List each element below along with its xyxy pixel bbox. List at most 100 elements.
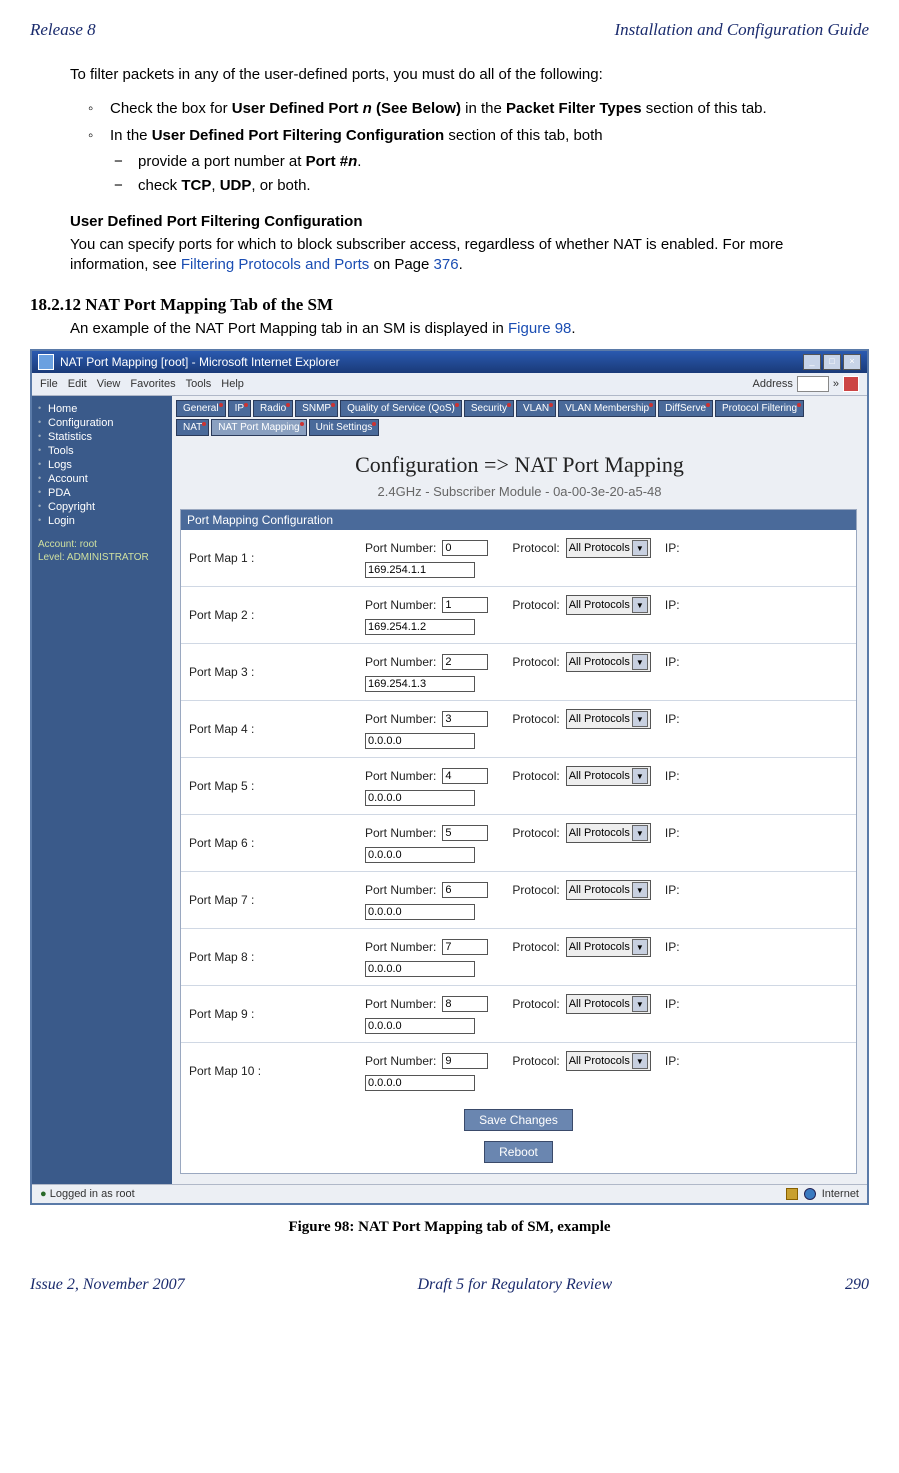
chevron-down-icon[interactable]: ▼ — [632, 939, 648, 955]
port-map-row: Port Map 3 :Port Number:Protocol:All Pro… — [181, 643, 856, 700]
protocol-label: Protocol: — [512, 541, 559, 555]
port-number-input[interactable] — [442, 1053, 488, 1069]
port-number-input[interactable] — [442, 768, 488, 784]
ip-label: IP: — [665, 883, 680, 897]
tab-vlan[interactable]: VLAN — [516, 400, 556, 417]
tab-unit-settings[interactable]: Unit Settings — [309, 419, 380, 436]
page-title: Configuration => NAT Port Mapping — [172, 438, 867, 484]
address-input[interactable] — [797, 376, 829, 392]
protocol-select[interactable]: All Protocols▼ — [566, 823, 651, 843]
ip-input[interactable] — [365, 733, 475, 749]
chevron-down-icon[interactable]: ▼ — [632, 996, 648, 1012]
protocol-select[interactable]: All Protocols▼ — [566, 1051, 651, 1071]
menu-favorites[interactable]: Favorites — [130, 378, 175, 390]
protocol-select[interactable]: All Protocols▼ — [566, 937, 651, 957]
chevron-down-icon[interactable]: ▼ — [632, 1053, 648, 1069]
go-button[interactable]: » — [833, 378, 839, 390]
port-map-label: Port Map 6 : — [189, 836, 359, 850]
menu-file[interactable]: File — [40, 378, 58, 390]
tab-security[interactable]: Security — [464, 400, 514, 417]
port-number-input[interactable] — [442, 711, 488, 727]
link-figure98[interactable]: Figure 98 — [508, 320, 571, 337]
protocol-label: Protocol: — [512, 940, 559, 954]
protocol-select[interactable]: All Protocols▼ — [566, 766, 651, 786]
ip-input[interactable] — [365, 961, 475, 977]
ip-label: IP: — [665, 940, 680, 954]
link-page376[interactable]: 376 — [434, 256, 459, 273]
sidebar-item-tools[interactable]: Tools — [38, 444, 166, 458]
chevron-down-icon[interactable]: ▼ — [632, 654, 648, 670]
sidebar-item-configuration[interactable]: Configuration — [38, 416, 166, 430]
protocol-select[interactable]: All Protocols▼ — [566, 652, 651, 672]
ip-input[interactable] — [365, 904, 475, 920]
sidebar-item-pda[interactable]: PDA — [38, 486, 166, 500]
port-map-label: Port Map 3 : — [189, 665, 359, 679]
port-map-label: Port Map 2 : — [189, 608, 359, 622]
tab-ip[interactable]: IP — [228, 400, 251, 417]
protocol-label: Protocol: — [512, 1054, 559, 1068]
tab-protocol-filtering[interactable]: Protocol Filtering — [715, 400, 804, 417]
port-number-label: Port Number: — [365, 883, 436, 897]
sidebar-item-logs[interactable]: Logs — [38, 458, 166, 472]
port-number-input[interactable] — [442, 882, 488, 898]
port-number-input[interactable] — [442, 597, 488, 613]
protocol-select[interactable]: All Protocols▼ — [566, 709, 651, 729]
menu-tools[interactable]: Tools — [186, 378, 212, 390]
sidebar-item-login[interactable]: Login — [38, 514, 166, 528]
chevron-down-icon[interactable]: ▼ — [632, 597, 648, 613]
tab-radio[interactable]: Radio — [253, 400, 293, 417]
port-number-input[interactable] — [442, 654, 488, 670]
chevron-down-icon[interactable]: ▼ — [632, 711, 648, 727]
ip-input[interactable] — [365, 619, 475, 635]
ip-input[interactable] — [365, 1018, 475, 1034]
ip-input[interactable] — [365, 676, 475, 692]
ip-input[interactable] — [365, 562, 475, 578]
ie-menubar: File Edit View Favorites Tools Help Address » — [32, 373, 867, 396]
ip-input[interactable] — [365, 790, 475, 806]
chevron-down-icon[interactable]: ▼ — [632, 768, 648, 784]
tab-quality-of-service-qos-[interactable]: Quality of Service (QoS) — [340, 400, 462, 417]
bullet-list: Check the box for User Defined Port n (S… — [70, 99, 859, 196]
link-filtering[interactable]: Filtering Protocols and Ports — [181, 256, 369, 273]
ip-label: IP: — [665, 598, 680, 612]
menu-view[interactable]: View — [97, 378, 121, 390]
protocol-select[interactable]: All Protocols▼ — [566, 538, 651, 558]
save-button[interactable]: Save Changes — [464, 1109, 573, 1131]
protocol-label: Protocol: — [512, 655, 559, 669]
ip-input[interactable] — [365, 1075, 475, 1091]
window-maximize-button[interactable]: □ — [823, 354, 841, 370]
menu-edit[interactable]: Edit — [68, 378, 87, 390]
intro-paragraph: To filter packets in any of the user-def… — [70, 65, 859, 85]
tab-nat[interactable]: NAT — [176, 419, 209, 436]
protocol-select[interactable]: All Protocols▼ — [566, 595, 651, 615]
ip-label: IP: — [665, 997, 680, 1011]
sidebar-item-home[interactable]: Home — [38, 402, 166, 416]
address-label: Address — [753, 378, 793, 390]
lock-icon — [786, 1188, 798, 1200]
chevron-down-icon[interactable]: ▼ — [632, 825, 648, 841]
port-number-input[interactable] — [442, 540, 488, 556]
tab-nat-port-mapping[interactable]: NAT Port Mapping — [211, 419, 306, 436]
ip-input[interactable] — [365, 847, 475, 863]
reboot-button[interactable]: Reboot — [484, 1141, 553, 1163]
tab-vlan-membership[interactable]: VLAN Membership — [558, 400, 656, 417]
chevron-down-icon[interactable]: ▼ — [632, 540, 648, 556]
port-number-input[interactable] — [442, 996, 488, 1012]
protocol-select[interactable]: All Protocols▼ — [566, 880, 651, 900]
protocol-select[interactable]: All Protocols▼ — [566, 994, 651, 1014]
port-map-row: Port Map 9 :Port Number:Protocol:All Pro… — [181, 985, 856, 1042]
port-number-input[interactable] — [442, 825, 488, 841]
tab-diffserve[interactable]: DiffServe — [658, 400, 713, 417]
sidebar-item-account[interactable]: Account — [38, 472, 166, 486]
sidebar-item-copyright[interactable]: Copyright — [38, 500, 166, 514]
port-number-input[interactable] — [442, 939, 488, 955]
port-map-label: Port Map 7 : — [189, 893, 359, 907]
port-number-label: Port Number: — [365, 997, 436, 1011]
menu-help[interactable]: Help — [221, 378, 244, 390]
window-minimize-button[interactable]: _ — [803, 354, 821, 370]
window-close-button[interactable]: × — [843, 354, 861, 370]
sidebar-item-statistics[interactable]: Statistics — [38, 430, 166, 444]
tab-snmp[interactable]: SNMP — [295, 400, 338, 417]
tab-general[interactable]: General — [176, 400, 226, 417]
chevron-down-icon[interactable]: ▼ — [632, 882, 648, 898]
